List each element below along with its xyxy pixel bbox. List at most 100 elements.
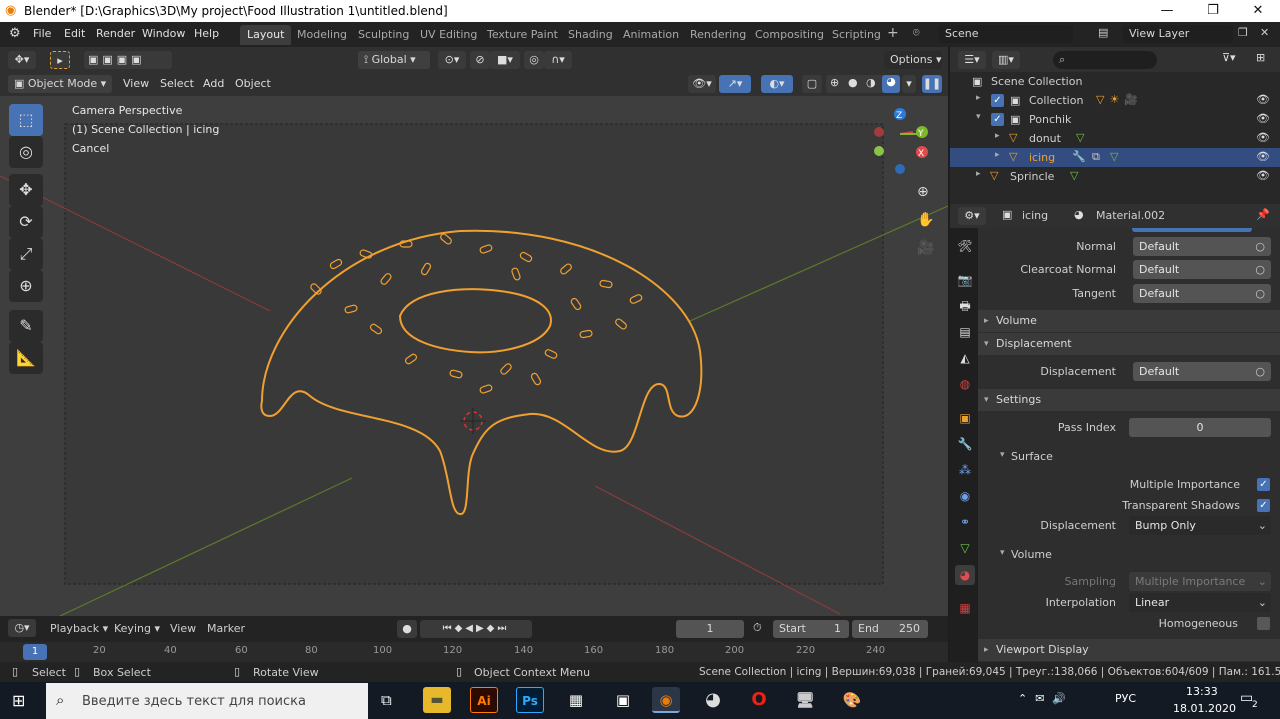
photoshop-icon[interactable]: Ps xyxy=(516,687,544,713)
sampling-dropdown[interactable]: Multiple Importance ⌄ xyxy=(1129,572,1271,591)
media-app-icon[interactable]: ▣ xyxy=(609,687,637,713)
surface-displacement-dropdown[interactable]: Bump Only ⌄ xyxy=(1129,516,1271,535)
scale-tool-icon[interactable]: ⤢ xyxy=(9,238,43,270)
pause-render-icon[interactable]: ❚❚ xyxy=(922,75,942,93)
world-tab-icon[interactable]: ◍ xyxy=(955,374,975,394)
menu-help[interactable]: Help xyxy=(194,27,219,40)
options-dropdown[interactable]: Options ▾ xyxy=(884,51,942,69)
timeline-ruler[interactable]: 1 20 40 60 80 100 120 140 160 180 200 22… xyxy=(0,642,948,662)
computer-icon[interactable]: 🖥 xyxy=(791,687,819,713)
playback-controls[interactable]: ⏮◆◀▶◆⏭ xyxy=(420,620,532,638)
tab-layout[interactable]: Layout xyxy=(240,25,292,45)
filter-icon[interactable]: ⊽▾ xyxy=(1222,51,1236,64)
tab-sculpting[interactable]: Sculpting xyxy=(351,25,416,45)
surface-subpanel-title[interactable]: Surface xyxy=(1011,450,1053,463)
material-tab-icon[interactable]: ◕ xyxy=(955,565,975,585)
timeline-editor-type-icon[interactable]: ◷▾ xyxy=(8,619,36,637)
view-layer-tab-icon[interactable]: ▤ xyxy=(955,322,975,342)
viewport-canvas[interactable]: Z Y X xyxy=(0,96,948,616)
xray-icon[interactable]: ▢ xyxy=(802,75,822,93)
new-collection-icon[interactable]: ⊞ xyxy=(1256,51,1265,64)
scene-icon[interactable]: ⌾ xyxy=(913,26,920,40)
overlay-toggle-icon[interactable]: ◐▾ xyxy=(761,75,793,93)
snap-icon[interactable]: ⊘ xyxy=(470,51,490,69)
select-tool-icon[interactable]: ▸ xyxy=(50,51,70,69)
pan-hand-icon[interactable]: ✋ xyxy=(917,212,934,228)
object-tab-icon[interactable]: ▣ xyxy=(955,408,975,428)
pin-icon[interactable]: 📌 xyxy=(1256,208,1270,221)
physics-tab-icon[interactable]: ◉ xyxy=(955,486,975,506)
select-box-tool-icon[interactable]: ⬚ xyxy=(9,104,43,136)
select-mode-icons[interactable]: ▣▣▣▣ xyxy=(84,51,172,69)
pass-index-field[interactable]: 0 xyxy=(1129,418,1271,437)
opera-icon[interactable]: O xyxy=(745,687,773,713)
modifier-tab-icon[interactable]: 🔧 xyxy=(955,434,975,454)
windows-start-icon[interactable]: ⊞ xyxy=(12,691,25,710)
visibility-eye-icon[interactable]: 👁 xyxy=(1256,131,1270,144)
transparent-shadows-checkbox[interactable]: ✓ xyxy=(1257,499,1270,512)
display-mode-icon[interactable]: ▥▾ xyxy=(992,51,1020,69)
material-shading-icon[interactable]: ◑ xyxy=(866,76,876,89)
outliner-row-sprincle[interactable]: ▸ ▽ Sprincle ▽ 👁 xyxy=(950,167,1280,186)
volume-subpanel-title[interactable]: Volume xyxy=(1011,548,1052,561)
exclude-checkbox[interactable]: ✓ xyxy=(991,94,1004,107)
calendar-app-icon[interactable]: ▦ xyxy=(562,687,590,713)
solid-shading-icon[interactable]: ● xyxy=(848,76,858,89)
pivot-point-icon[interactable]: ⊙▾ xyxy=(438,51,466,69)
copy-layer-icon[interactable]: ❐ xyxy=(1238,26,1248,39)
tool-settings-tab-icon[interactable]: 🛠 xyxy=(955,236,975,256)
playback-menu[interactable]: Playback ▾ xyxy=(50,622,108,635)
visibility-eye-icon[interactable]: 👁 xyxy=(1256,150,1270,163)
record-icon[interactable]: ● xyxy=(397,620,417,638)
outliner-row-ponchik[interactable]: ▾ ✓ ▣ Ponchik 👁 xyxy=(950,110,1280,129)
file-explorer-icon[interactable]: ▬ xyxy=(423,687,451,713)
camera-view-icon[interactable]: 🎥 xyxy=(917,240,934,256)
transform-orientation[interactable]: ⟟ Global ▾ xyxy=(358,51,430,69)
collapse-arrow-icon[interactable]: ▾ xyxy=(976,112,981,122)
move-tool-icon[interactable]: ✥ xyxy=(9,174,43,206)
language-indicator[interactable]: РУС xyxy=(1115,692,1136,705)
menu-edit[interactable]: Edit xyxy=(64,27,85,40)
editor-type-icon[interactable]: ✥▾ xyxy=(8,51,36,69)
shading-modes[interactable]: ⊕ ● ◑ ◕ xyxy=(826,75,900,93)
chrome-icon[interactable]: ◕ xyxy=(699,687,727,713)
taskbar-search-box[interactable]: ⌕ Введите здесь текст для поиска xyxy=(46,683,368,719)
start-frame-field[interactable]: Start 1 xyxy=(773,620,849,638)
task-view-icon[interactable]: ⧉ xyxy=(381,691,392,709)
keying-menu[interactable]: Keying ▾ xyxy=(114,622,160,635)
paint-app-icon[interactable]: 🎨 xyxy=(838,687,866,713)
zoom-icon[interactable]: ⊕ xyxy=(917,184,929,200)
tab-shading[interactable]: Shading xyxy=(561,25,620,45)
multiple-importance-checkbox[interactable]: ✓ xyxy=(1257,478,1270,491)
transform-tool-icon[interactable]: ⊕ xyxy=(9,270,43,302)
tab-compositing[interactable]: Compositing xyxy=(748,25,831,45)
playhead[interactable]: 1 xyxy=(23,644,47,660)
texture-tab-icon[interactable]: ▦ xyxy=(955,598,975,618)
tab-rendering[interactable]: Rendering xyxy=(683,25,753,45)
gizmo-toggle-icon[interactable]: ↗▾ xyxy=(719,75,751,93)
menu-file[interactable]: File xyxy=(33,27,51,40)
clock-date[interactable]: 18.01.2020 xyxy=(1173,702,1236,715)
falloff-icon[interactable]: ∩▾ xyxy=(544,51,572,69)
timeline-view-menu[interactable]: View xyxy=(170,622,196,635)
rendered-shading-icon[interactable]: ◕ xyxy=(882,75,900,93)
shading-options-icon[interactable]: ▾ xyxy=(902,75,916,93)
visibility-eye-icon[interactable]: 👁 xyxy=(1256,93,1270,106)
menu-window[interactable]: Window xyxy=(142,27,185,40)
expand-arrow-icon[interactable]: ▸ xyxy=(976,169,981,179)
3d-viewport[interactable]: Z Y X Camera Perspective (1) Scene Colle… xyxy=(0,96,948,616)
blender-menu-icon[interactable]: ⚙ xyxy=(9,26,21,41)
illustrator-icon[interactable]: Ai xyxy=(470,687,498,713)
object-data-tab-icon[interactable]: ▽ xyxy=(955,538,975,558)
expand-arrow-icon[interactable]: ▸ xyxy=(995,150,1000,160)
expand-arrow-icon[interactable]: ▸ xyxy=(976,93,981,103)
settings-panel-header[interactable]: ▾ Settings xyxy=(978,389,1280,411)
visibility-icon[interactable]: 👁▾ xyxy=(688,75,716,93)
blender-taskbar-icon[interactable]: ◉ xyxy=(652,687,680,713)
normal-field[interactable]: Default ○ xyxy=(1133,237,1271,256)
end-frame-field[interactable]: End 250 xyxy=(852,620,928,638)
properties-editor-type-icon[interactable]: ⚙▾ xyxy=(958,207,986,225)
outliner-row-scene-collection[interactable]: ▣ Scene Collection xyxy=(950,72,1280,91)
clock-time[interactable]: 13:33 xyxy=(1186,685,1218,698)
constraints-tab-icon[interactable]: ⚭ xyxy=(955,512,975,532)
